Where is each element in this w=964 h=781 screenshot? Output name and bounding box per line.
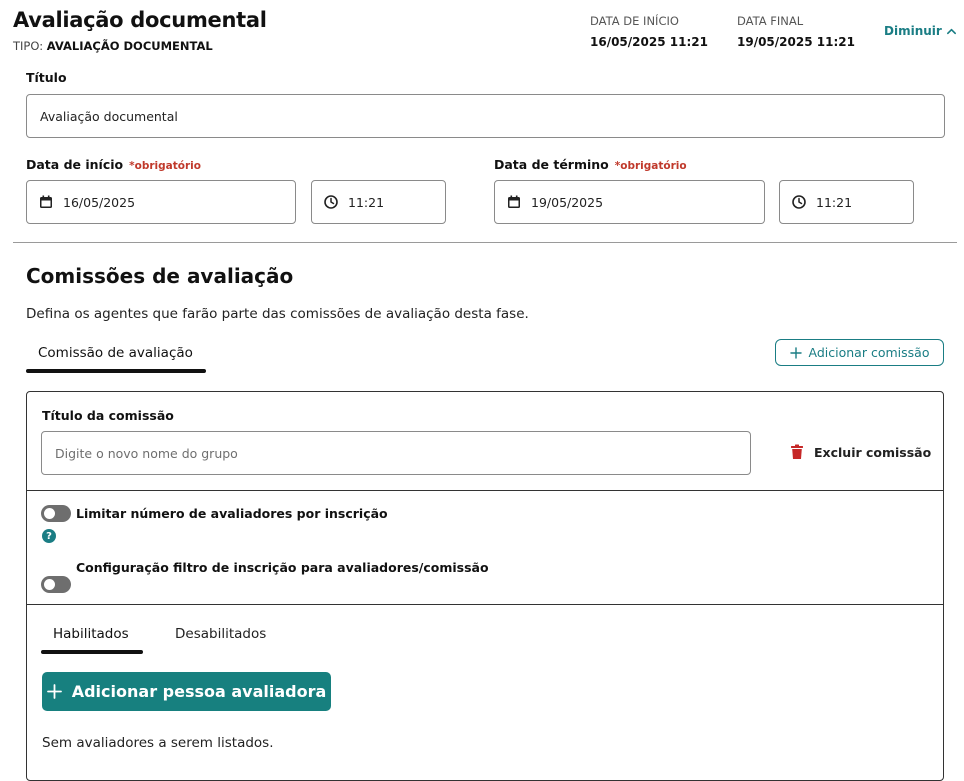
- title-field[interactable]: [26, 94, 945, 138]
- panel-divider: [26, 490, 944, 491]
- end-date-header-label: DATA FINAL: [737, 14, 804, 28]
- section-divider: [13, 242, 957, 243]
- start-time-value: 11:21: [348, 194, 385, 210]
- end-date-value: 19/05/2025: [531, 194, 604, 210]
- clock-icon: [324, 195, 338, 209]
- commission-title-field[interactable]: [41, 431, 751, 475]
- phase-type-prefix: TIPO:: [13, 39, 44, 53]
- tab-disabled[interactable]: Desabilitados: [175, 626, 266, 642]
- start-date-header-label: DATA DE INÍCIO: [590, 14, 679, 28]
- help-icon[interactable]: ?: [42, 529, 56, 543]
- start-date-header-value: 16/05/2025 11:21: [590, 35, 708, 49]
- tab-enabled[interactable]: Habilitados: [53, 626, 129, 642]
- plus-icon: [46, 684, 62, 699]
- start-date-value: 16/05/2025: [63, 194, 136, 210]
- clock-icon: [792, 195, 806, 209]
- end-date-field[interactable]: 19/05/2025: [494, 180, 765, 224]
- tab-commission[interactable]: Comissão de avaliação: [38, 345, 193, 361]
- filter-config-toggle[interactable]: [41, 576, 71, 593]
- page-title: Avaliação documental: [13, 8, 267, 32]
- commission-title-input[interactable]: [42, 432, 750, 474]
- commissions-description: Defina os agentes que farão parte das co…: [26, 306, 529, 322]
- end-date-label: Data de término *obrigatório: [494, 157, 687, 172]
- add-commission-label: Adicionar comissão: [808, 345, 930, 360]
- panel-divider: [26, 604, 944, 605]
- tab-commission-indicator: [26, 369, 206, 373]
- end-date-label-text: Data de término: [494, 157, 609, 172]
- tab-enabled-indicator: [41, 650, 143, 654]
- calendar-icon: [508, 195, 520, 208]
- add-evaluator-label: Adicionar pessoa avaliadora: [71, 682, 327, 701]
- collapse-button[interactable]: Diminuir: [884, 24, 957, 38]
- title-field-label: Título: [26, 70, 67, 85]
- add-evaluator-button[interactable]: Adicionar pessoa avaliadora: [42, 672, 331, 711]
- required-marker: *obrigatório: [129, 160, 201, 172]
- trash-icon: [791, 444, 803, 459]
- required-marker: *obrigatório: [614, 160, 687, 172]
- commission-title-label: Título da comissão: [42, 408, 174, 423]
- limit-evaluators-label: Limitar número de avaliadores por inscri…: [76, 506, 388, 521]
- phase-type: TIPO: AVALIAÇÃO DOCUMENTAL: [13, 39, 213, 53]
- chevron-up-icon: [946, 28, 956, 34]
- end-time-field[interactable]: 11:21: [779, 180, 914, 224]
- plus-icon: [789, 346, 802, 359]
- start-date-field[interactable]: 16/05/2025: [26, 180, 296, 224]
- start-time-field[interactable]: 11:21: [311, 180, 446, 224]
- empty-evaluators-message: Sem avaliadores a serem listados.: [42, 735, 274, 751]
- commissions-title: Comissões de avaliação: [26, 264, 294, 288]
- phase-type-value: AVALIAÇÃO DOCUMENTAL: [46, 39, 213, 53]
- add-commission-button[interactable]: Adicionar comissão: [775, 339, 944, 366]
- filter-config-label: Configuração filtro de inscrição para av…: [76, 560, 489, 575]
- start-date-label: Data de início *obrigatório: [26, 157, 201, 172]
- end-date-header-value: 19/05/2025 11:21: [737, 35, 855, 49]
- calendar-icon: [40, 195, 52, 208]
- delete-commission-label: Excluir comissão: [814, 444, 932, 460]
- title-input[interactable]: [27, 95, 944, 137]
- collapse-label: Diminuir: [884, 24, 942, 38]
- delete-commission-button[interactable]: Excluir comissão: [790, 444, 931, 460]
- end-time-value: 11:21: [816, 194, 853, 210]
- start-date-label-text: Data de início: [26, 157, 124, 172]
- limit-evaluators-toggle[interactable]: [41, 505, 71, 522]
